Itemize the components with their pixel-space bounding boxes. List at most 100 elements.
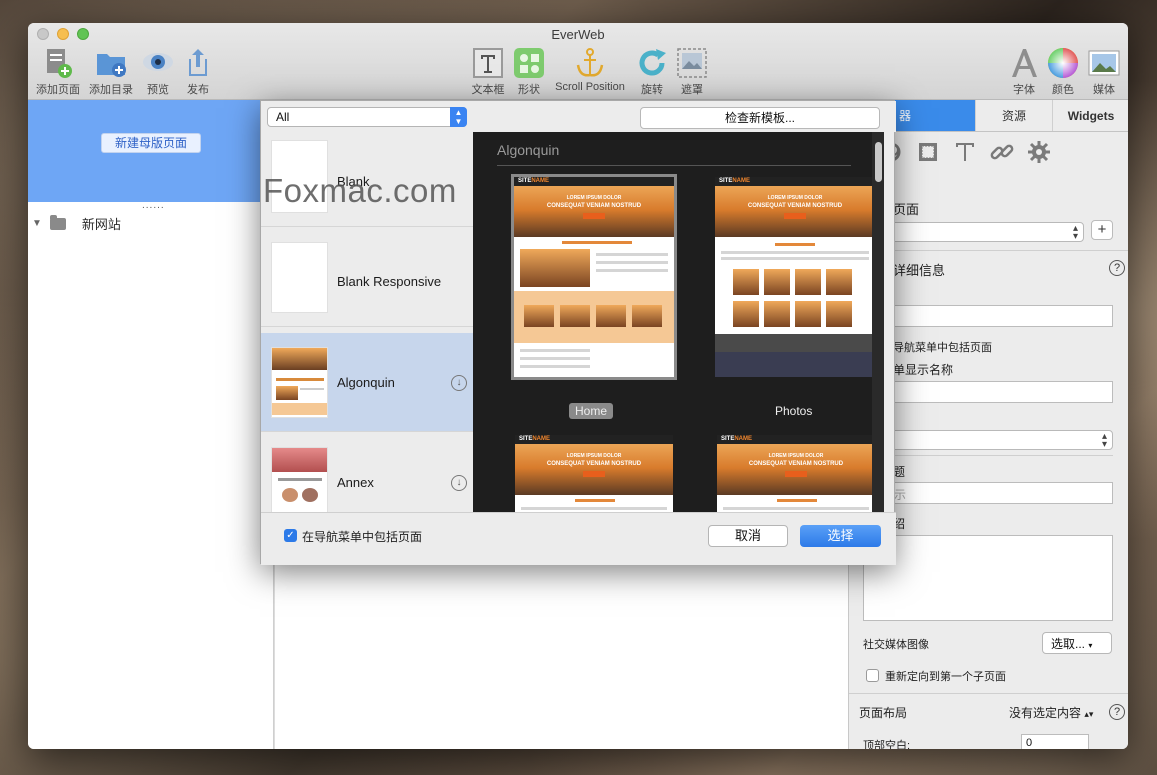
select-stepper-icon: ▲ ▼	[450, 107, 467, 127]
thumb-hero-line2: CONSEQUAT VENIAM NOSTRUD	[747, 203, 843, 209]
thumb-logo: SITENAME	[519, 436, 551, 442]
share-icon	[182, 47, 214, 79]
template-item-algonquin[interactable]: Algonquin ↓	[261, 333, 473, 432]
site-tree-item[interactable]: ▼ 新网站	[32, 214, 121, 233]
site-name: 新网站	[81, 217, 121, 232]
template-chooser-dialog: All ▲ ▼ 检查新模板... Blank Foxmac.com Blank R…	[260, 100, 896, 565]
page-thumbnail-photos[interactable]: SITENAME LOREM IPSUM DOLOR CONSEQUAT VEN…	[715, 177, 875, 377]
filter-value: All	[276, 110, 290, 124]
thumb-nav: SITENAME	[514, 177, 674, 186]
template-name: Blank Responsive	[337, 274, 442, 289]
thumb-hero-line2: CONSEQUAT VENIAM NOSTRUD	[546, 203, 642, 209]
scroll-position-tool[interactable]: Scroll Position	[548, 47, 632, 93]
select-arrows-icon: ▴ ▾	[1072, 223, 1078, 242]
pane-splitter[interactable]: ......	[142, 200, 165, 211]
thumb-hero-line2: CONSEQUAT VENIAM NOSTRUD	[546, 461, 642, 467]
download-icon[interactable]: ↓	[451, 375, 467, 391]
thumb-photo	[560, 305, 590, 327]
text-inspector-icon[interactable]	[953, 140, 977, 164]
no-selection-label[interactable]: 没有选定内容 ▴▾	[1009, 704, 1093, 721]
add-page-label: 添加页面	[36, 84, 80, 96]
redirect-checkbox[interactable]	[866, 669, 879, 682]
window-title: EverWeb	[551, 27, 605, 42]
template-thumbnail	[271, 347, 328, 418]
choose-button[interactable]: 选择	[800, 525, 881, 547]
top-space-label: 顶部空白:	[863, 740, 911, 749]
preview-template-name: Algonquin	[497, 142, 560, 158]
thumb-text-line	[521, 507, 667, 510]
thumb-logo: SITENAME	[719, 178, 751, 184]
thumb-text-line	[596, 261, 668, 264]
thumb-text-line	[596, 269, 668, 272]
check-new-templates-button[interactable]: 检查新模板...	[640, 107, 880, 129]
choose-button-label: 选取...	[1051, 637, 1086, 651]
thumb-text-line	[520, 357, 590, 360]
folder-icon	[49, 214, 66, 230]
include-nav-checkbox[interactable]: ✓	[284, 529, 297, 542]
cancel-button[interactable]: 取消	[708, 525, 788, 547]
select-arrows-icon: ▴ ▾	[1101, 431, 1107, 450]
layout-label: 页面布局	[859, 706, 908, 720]
disclosure-triangle-icon[interactable]: ▼	[32, 218, 42, 229]
page-thumbnail-3[interactable]: SITENAME LOREM IPSUM DOLOR CONSEQUAT VEN…	[515, 435, 673, 512]
template-list: Blank Foxmac.com Blank Responsive Algonq…	[261, 132, 473, 512]
thumb-photo	[826, 269, 852, 295]
add-page-tool[interactable]: 添加页面	[30, 47, 86, 97]
thumb-text-line	[520, 349, 590, 352]
thumb-nav: SITENAME	[515, 435, 673, 444]
anchor-icon	[574, 47, 606, 79]
top-space-field[interactable]: 0	[1021, 734, 1089, 749]
new-master-page-button[interactable]: 新建母版页面	[101, 133, 201, 153]
media-label: 媒体	[1093, 84, 1115, 96]
page-canvas[interactable]	[274, 565, 848, 749]
scroll-position-label: Scroll Position	[555, 81, 625, 93]
template-name: Algonquin	[337, 375, 395, 390]
layout-inspector-icon[interactable]	[916, 140, 940, 164]
mask-tool[interactable]: 遮罩	[664, 47, 720, 97]
social-image-label: 社交媒体图像	[863, 639, 929, 651]
link-inspector-icon[interactable]	[990, 140, 1014, 164]
settings-gear-icon[interactable]	[1027, 140, 1051, 164]
page-thumbnail-4[interactable]: SITENAME LOREM IPSUM DOLOR CONSEQUAT VEN…	[717, 435, 875, 512]
site-pane: 新建母版页面 ...... ▼ 新网站	[28, 100, 274, 749]
thumb-photo	[733, 269, 759, 295]
thumb-photo	[795, 301, 821, 327]
thumb-photo	[596, 305, 626, 327]
color-wheel-icon	[1047, 47, 1079, 79]
thumb-heading	[575, 499, 615, 502]
tab-widgets[interactable]: Widgets	[1052, 100, 1128, 131]
titlebar: EverWeb 添加页面 添加目录 预览 发布 文本框 形状 Scroll Po…	[28, 23, 1128, 100]
divider	[849, 693, 1128, 694]
thumb-button	[583, 213, 605, 219]
help-icon[interactable]: ?	[1109, 260, 1125, 276]
download-icon[interactable]: ↓	[451, 475, 467, 491]
template-thumbnail	[271, 242, 328, 313]
add-page-icon	[42, 47, 74, 79]
shapes-icon	[513, 47, 545, 79]
thumb-hero-line1: LOREM IPSUM DOLOR	[768, 453, 824, 459]
thumb-text-line	[721, 251, 869, 254]
thumb-button	[785, 471, 807, 477]
mask-icon	[676, 47, 708, 79]
publish-tool[interactable]: 发布	[170, 47, 226, 97]
template-filter-select[interactable]: All ▲ ▼	[267, 107, 467, 127]
thumb-text-line	[723, 507, 869, 510]
thumb-text-line	[721, 257, 869, 260]
details-section-label: 详细信息	[893, 263, 946, 278]
page-thumbnail-home[interactable]: SITENAME LOREM IPSUM DOLOR CONSEQUAT VEN…	[511, 174, 677, 380]
thumb-heading	[777, 499, 817, 502]
scrollbar-thumb[interactable]	[875, 142, 882, 182]
thumb-photo	[733, 301, 759, 327]
add-page-plus-button[interactable]: +	[1091, 220, 1113, 240]
thumb-hero-line1: LOREM IPSUM DOLOR	[566, 195, 622, 201]
preview-scrollbar[interactable]	[872, 132, 884, 512]
social-image-choose-button[interactable]: 选取... ▾	[1042, 632, 1112, 654]
template-item-blank-responsive[interactable]: Blank Responsive	[261, 228, 473, 327]
tab-resources[interactable]: 资源	[975, 100, 1052, 131]
layout-help-icon[interactable]: ?	[1109, 704, 1125, 720]
media-tool[interactable]: 媒体	[1076, 47, 1128, 97]
thumb-photo	[632, 305, 662, 327]
description-textarea[interactable]	[863, 535, 1113, 621]
watermark-text: Foxmac.com	[263, 172, 457, 209]
template-item-annex[interactable]: Annex ↓	[261, 433, 473, 512]
